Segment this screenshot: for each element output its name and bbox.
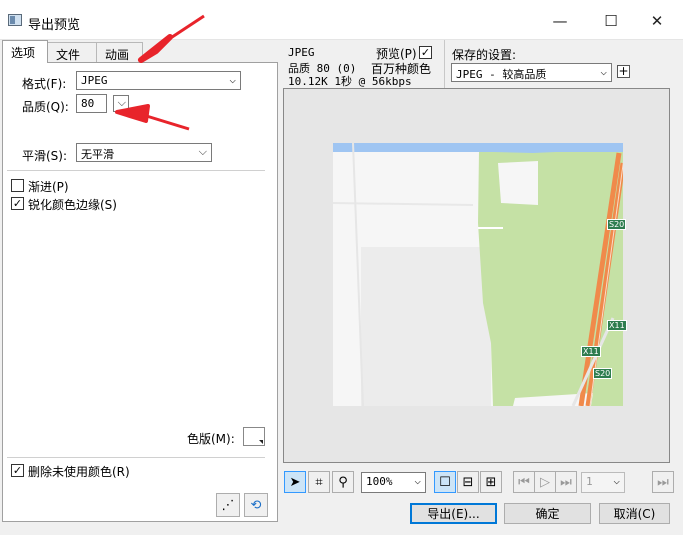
pointer-icon: ➤	[289, 474, 301, 490]
road-shield: S20	[593, 368, 613, 379]
map-preview-image	[333, 143, 623, 406]
optimize-icon: ⟲	[250, 497, 262, 513]
zoom-select[interactable]: 100% ⌵	[361, 472, 426, 493]
remove-unused-colors-checkbox[interactable]: ✓	[11, 464, 24, 477]
magnifier-icon: ⚲	[338, 474, 348, 490]
chevron-down-icon: ⌵	[117, 96, 126, 109]
remove-unused-colors-label: 删除未使用颜色(R)	[28, 465, 130, 479]
format-label: 格式(F):	[22, 77, 67, 91]
format-select[interactable]: JPEG ⌵	[76, 71, 241, 90]
two-up-view-button[interactable]: ⊟	[457, 471, 479, 493]
title-bar: 导出预览 — ☐ ✕	[0, 0, 683, 40]
chevron-down-icon: ⌵	[229, 73, 236, 86]
divider	[444, 40, 445, 88]
single-view-icon: ☐	[439, 474, 451, 490]
saved-settings-label: 保存的设置:	[452, 48, 517, 62]
progressive-label: 渐进(P)	[28, 180, 69, 194]
single-view-button[interactable]: ☐	[434, 471, 456, 493]
four-up-icon: ⊞	[485, 474, 497, 490]
sharpen-label: 锐化颜色边缘(S)	[28, 198, 117, 212]
close-button[interactable]: ✕	[640, 8, 674, 34]
matte-color-swatch[interactable]	[243, 427, 265, 446]
add-setting-button[interactable]: +	[617, 65, 630, 78]
maximize-button[interactable]: ☐	[594, 8, 628, 34]
magic-wand-button[interactable]: ⋰	[216, 493, 240, 517]
road-shield: S20	[607, 219, 627, 230]
play-button[interactable]: ▷	[534, 471, 556, 493]
smoothing-value: 无平滑	[81, 148, 114, 161]
tab-options[interactable]: 选项	[2, 40, 48, 63]
chevron-down-icon: ⌵	[613, 474, 620, 487]
next-frame-icon: ⏭	[657, 474, 669, 490]
preview-checkbox[interactable]: ✓	[419, 46, 432, 59]
chevron-down-icon: ⌵	[600, 65, 607, 78]
saved-settings-select[interactable]: JPEG - 较高品质 ⌵	[451, 63, 612, 82]
dropdown-triangle-icon	[259, 440, 263, 444]
four-up-view-button[interactable]: ⊞	[480, 471, 502, 493]
quality-label: 品质(Q):	[22, 100, 69, 114]
preview-format: JPEG	[288, 46, 315, 59]
first-frame-button[interactable]: ⏮	[513, 471, 535, 493]
road-shield: X11	[581, 346, 601, 357]
cancel-button[interactable]: 取消(C)	[599, 503, 670, 524]
tab-file[interactable]: 文件	[48, 42, 97, 63]
export-button[interactable]: 导出(E)...	[410, 503, 497, 524]
saved-settings-value: JPEG - 较高品质	[456, 68, 547, 81]
progressive-checkbox[interactable]	[11, 179, 24, 192]
chevron-down-icon: ⌵	[198, 145, 207, 158]
sharpen-checkbox[interactable]: ✓	[11, 197, 24, 210]
options-panel	[2, 62, 278, 522]
next-frame-button[interactable]: ⏭	[652, 471, 674, 493]
play-icon: ▷	[540, 474, 550, 490]
colors-label: 百万种颜色	[371, 62, 432, 76]
zoom-value: 100%	[366, 475, 393, 488]
smoothing-select[interactable]: 无平滑 ⌵	[76, 143, 212, 162]
app-icon	[8, 14, 22, 26]
crop-tool-button[interactable]: ⌗	[308, 471, 330, 493]
optimize-button[interactable]: ⟲	[244, 493, 268, 517]
road-shield: X11	[607, 320, 627, 331]
divider	[7, 457, 265, 458]
chevron-down-icon: ⌵	[414, 474, 421, 487]
two-up-icon: ⊟	[462, 474, 474, 490]
divider	[7, 170, 265, 171]
matte-label: 色版(M):	[187, 432, 235, 446]
frame-value: 1	[586, 475, 593, 488]
magic-wand-icon: ⋰	[221, 497, 235, 513]
window-title: 导出预览	[28, 18, 81, 33]
last-frame-button[interactable]: ⏭	[555, 471, 577, 493]
last-frame-icon: ⏭	[560, 474, 572, 490]
crop-icon: ⌗	[315, 474, 323, 490]
tab-animation[interactable]: 动画	[97, 42, 143, 63]
ok-button[interactable]: 确定	[504, 503, 591, 524]
minimize-button[interactable]: —	[543, 8, 577, 34]
pointer-tool-button[interactable]: ➤	[284, 471, 306, 493]
format-value: JPEG	[81, 74, 108, 87]
quality-input[interactable]: 80	[76, 94, 107, 113]
map-graphic	[333, 143, 623, 406]
zoom-tool-button[interactable]: ⚲	[332, 471, 354, 493]
frame-select[interactable]: 1 ⌵	[581, 472, 625, 493]
smoothing-label: 平滑(S):	[22, 149, 68, 163]
first-frame-icon: ⏮	[518, 474, 530, 490]
quality-dropdown-button[interactable]: ⌵	[113, 95, 129, 112]
